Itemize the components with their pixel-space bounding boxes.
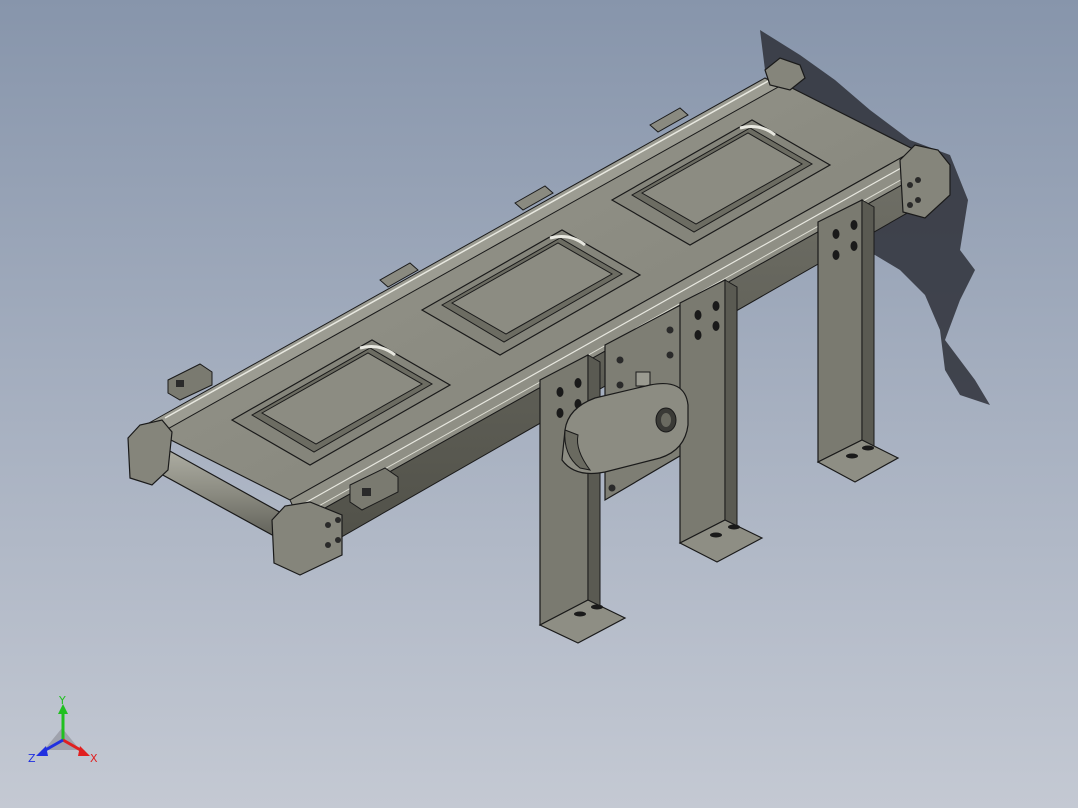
plate-bolt — [616, 381, 624, 389]
graphics-viewport[interactable]: Y X Z — [0, 0, 1078, 808]
orientation-triad[interactable]: Y X Z — [22, 692, 112, 772]
model-view[interactable] — [0, 0, 1078, 808]
plate-bolt — [608, 484, 616, 492]
plate-bolt — [616, 356, 624, 364]
plate-bolt — [666, 351, 674, 359]
triad-z-label: Z — [28, 752, 36, 765]
end-cap-bolt — [915, 197, 921, 203]
end-cap-bolt — [325, 522, 331, 528]
plate-clamp[interactable] — [635, 371, 651, 387]
end-cap-bolt — [907, 182, 913, 188]
end-cap-bolt — [325, 542, 331, 548]
triad-x-arrow — [78, 746, 90, 756]
triad-z-arrow — [36, 746, 48, 756]
end-cap-left-front[interactable] — [271, 501, 343, 576]
end-cap-bolt — [907, 202, 913, 208]
end-cap-bolt — [335, 537, 341, 543]
support-leg-middle[interactable] — [678, 279, 764, 563]
triad-x-label: X — [90, 752, 98, 765]
end-cap-bolt — [335, 517, 341, 523]
triad-y-label: Y — [58, 694, 66, 707]
end-cap-bolt — [915, 177, 921, 183]
plate-bolt — [666, 326, 674, 334]
